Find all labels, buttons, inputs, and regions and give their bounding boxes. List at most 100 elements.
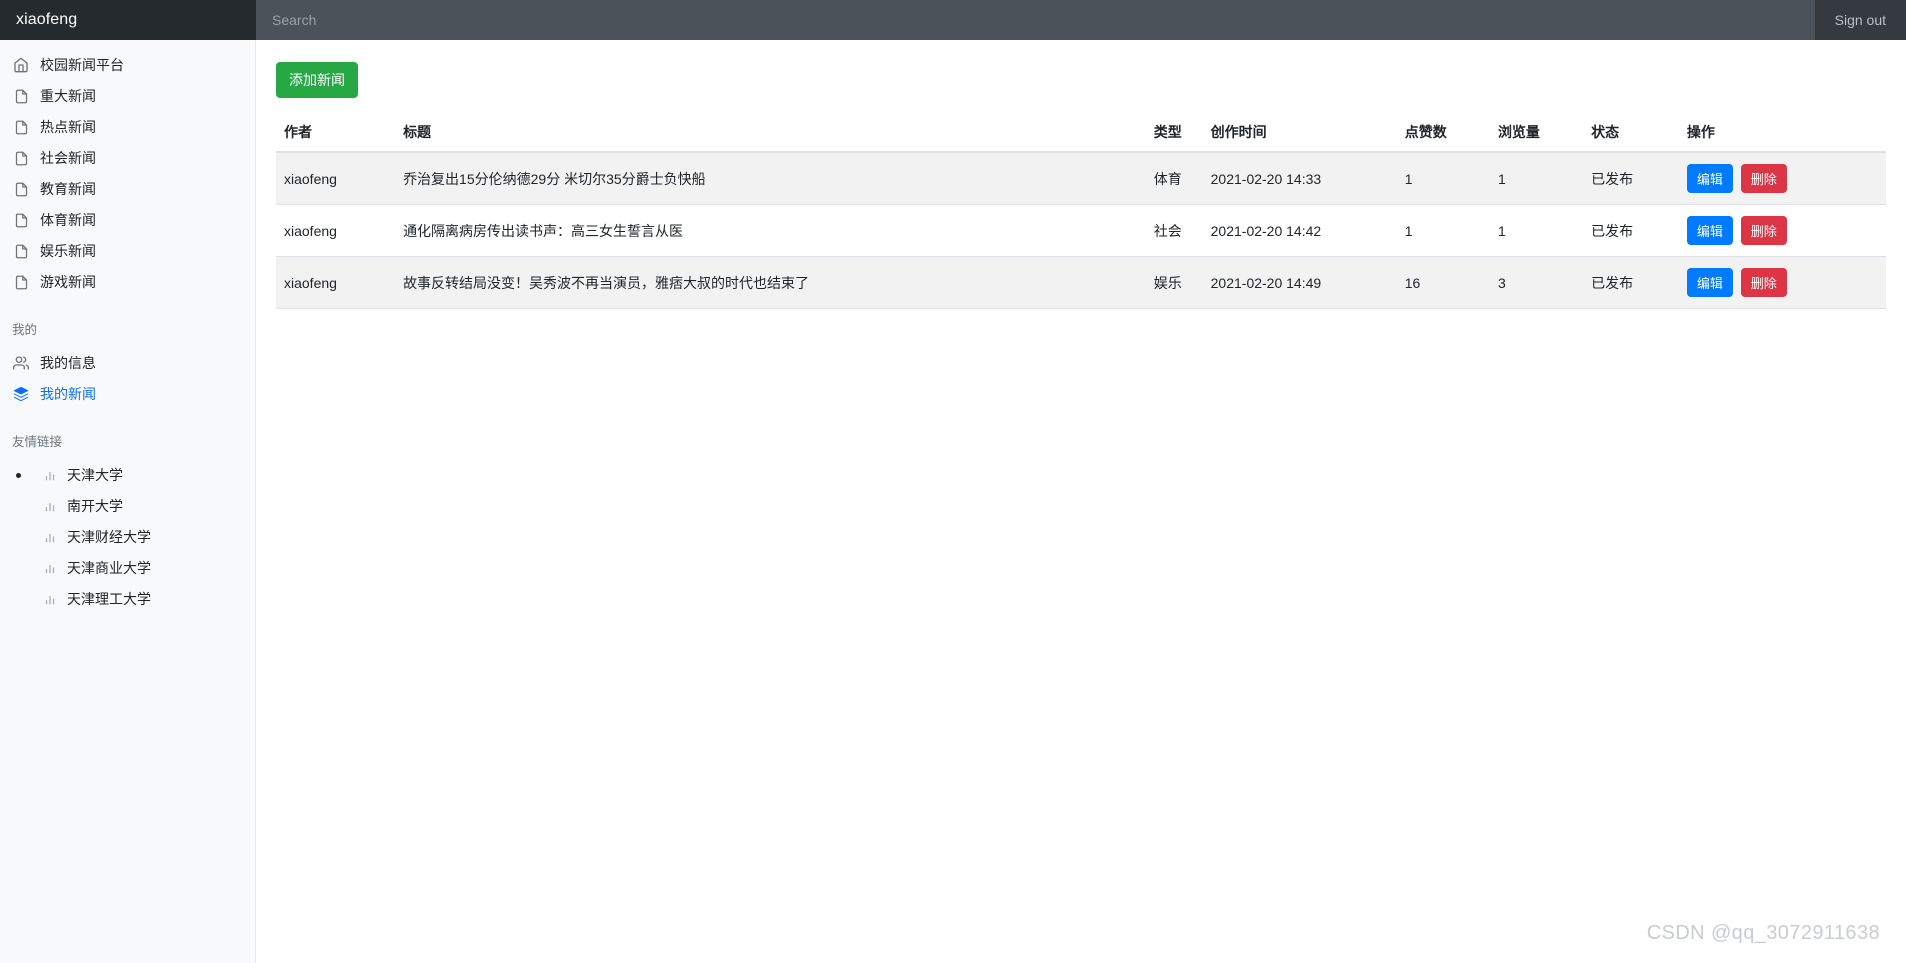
column-header-views: 浏览量 — [1489, 116, 1584, 153]
friendly-links-list: 天津大学 南开大学 天津财经大学 天津商业大学 天津理工大学 — [0, 460, 255, 614]
cell-created: 2021-02-20 14:42 — [1202, 204, 1397, 257]
sidebar-item-label: 教育新闻 — [40, 181, 96, 197]
cell-likes: 1 — [1396, 152, 1490, 205]
sidebar-item-major-news[interactable]: 重大新闻 — [0, 81, 255, 111]
sidebar-item-label: 我的信息 — [40, 355, 96, 371]
link-item-label: 天津大学 — [67, 467, 123, 483]
sign-out-link[interactable]: Sign out — [1835, 12, 1886, 28]
link-item-tianjin-polytechnic-university[interactable]: 天津理工大学 — [12, 584, 255, 614]
news-table-header: 作者 标题 类型 创作时间 点赞数 浏览量 状态 操作 — [276, 116, 1886, 153]
sidebar-item-label: 娱乐新闻 — [40, 243, 96, 259]
delete-button[interactable]: 删除 — [1740, 268, 1787, 297]
delete-button[interactable]: 删除 — [1740, 216, 1787, 245]
news-table-body: xiaofeng 乔治复出15分伦纳德29分 米切尔35分爵士负快船 体育 20… — [276, 152, 1886, 309]
news-table: 作者 标题 类型 创作时间 点赞数 浏览量 状态 操作 xiaofeng 乔治复… — [276, 116, 1886, 309]
table-row: xiaofeng 通化隔离病房传出读书声：高三女生誓言从医 社会 2021-02… — [276, 204, 1886, 257]
layers-icon — [12, 385, 30, 403]
csdn-watermark: CSDN @qq_3072911638 — [1646, 922, 1880, 944]
file-icon — [12, 211, 30, 229]
file-icon — [12, 87, 30, 105]
edit-button[interactable]: 编辑 — [1686, 164, 1733, 193]
sidebar-item-sports-news[interactable]: 体育新闻 — [0, 205, 255, 235]
table-header-row: 作者 标题 类型 创作时间 点赞数 浏览量 状态 操作 — [276, 116, 1886, 153]
cell-likes: 1 — [1396, 204, 1490, 257]
sidebar-item-campus-news-platform[interactable]: 校园新闻平台 — [0, 50, 255, 80]
sidebar-item-entertainment-news[interactable]: 娱乐新闻 — [0, 236, 255, 266]
cell-views: 1 — [1489, 204, 1584, 257]
sidebar-section-mine: 我的 — [12, 323, 38, 337]
cell-actions: 编辑 删除 — [1678, 256, 1886, 309]
sidebar-item-society-news[interactable]: 社会新闻 — [0, 143, 255, 173]
cell-title: 故事反转结局没变！吴秀波不再当演员，雅痞大叔的时代也结束了 — [395, 256, 1146, 309]
bar-chart-icon — [42, 467, 58, 483]
column-header-likes: 点赞数 — [1396, 116, 1490, 153]
cell-author: xiaofeng — [276, 204, 396, 257]
sidebar-item-label: 我的新闻 — [40, 386, 96, 402]
link-item-nankai-university[interactable]: 南开大学 — [12, 491, 255, 521]
cell-type: 体育 — [1145, 152, 1203, 205]
sidebar: 校园新闻平台 重大新闻 热点新闻 社会新闻 教育新闻 体育新闻 娱乐新闻 游戏新… — [0, 40, 256, 963]
add-news-button[interactable]: 添加新闻 — [276, 62, 358, 98]
sidebar-item-game-news[interactable]: 游戏新闻 — [0, 267, 255, 297]
link-item-label: 天津财经大学 — [67, 529, 151, 545]
navbar-right: Sign out — [1814, 0, 1906, 40]
sidebar-item-hot-news[interactable]: 热点新闻 — [0, 112, 255, 142]
file-icon — [12, 118, 30, 136]
sidebar-section-friendly-links: 友情链接 — [12, 435, 63, 449]
cell-author: xiaofeng — [276, 152, 396, 205]
cell-created: 2021-02-20 14:33 — [1202, 152, 1397, 205]
search-input[interactable] — [256, 0, 1815, 40]
cell-type: 社会 — [1145, 204, 1203, 257]
sidebar-item-my-news[interactable]: 我的新闻 — [0, 379, 255, 409]
column-header-type: 类型 — [1145, 116, 1203, 153]
file-icon — [12, 180, 30, 198]
file-icon — [12, 149, 30, 167]
table-row: xiaofeng 乔治复出15分伦纳德29分 米切尔35分爵士负快船 体育 20… — [276, 152, 1886, 205]
sidebar-item-label: 校园新闻平台 — [40, 57, 124, 73]
cell-status: 已发布 — [1583, 256, 1679, 309]
cell-created: 2021-02-20 14:49 — [1202, 256, 1397, 309]
link-item-tianjin-finance-university[interactable]: 天津财经大学 — [12, 522, 255, 552]
cell-status: 已发布 — [1583, 204, 1679, 257]
home-icon — [12, 56, 30, 74]
cell-title: 乔治复出15分伦纳德29分 米切尔35分爵士负快船 — [395, 152, 1146, 205]
cell-actions: 编辑 删除 — [1678, 204, 1886, 257]
cell-title: 通化隔离病房传出读书声：高三女生誓言从医 — [395, 204, 1146, 257]
sidebar-item-my-info[interactable]: 我的信息 — [0, 348, 255, 378]
cell-actions: 编辑 删除 — [1678, 152, 1886, 205]
column-header-created: 创作时间 — [1202, 116, 1397, 153]
sidebar-item-label: 社会新闻 — [40, 150, 96, 166]
sidebar-item-education-news[interactable]: 教育新闻 — [0, 174, 255, 204]
cell-views: 1 — [1489, 152, 1584, 205]
top-navbar: xiaofeng Sign out — [0, 0, 1906, 40]
link-item-label: 南开大学 — [67, 498, 123, 514]
file-icon — [12, 242, 30, 260]
column-header-actions: 操作 — [1678, 116, 1886, 153]
users-icon — [12, 354, 30, 372]
link-item-tianjin-university[interactable]: 天津大学 — [12, 460, 255, 490]
bar-chart-icon — [42, 560, 58, 576]
cell-status: 已发布 — [1583, 152, 1679, 205]
link-item-label: 天津商业大学 — [67, 560, 151, 576]
column-header-author: 作者 — [276, 116, 396, 153]
delete-button[interactable]: 删除 — [1740, 164, 1787, 193]
sidebar-item-label: 热点新闻 — [40, 119, 96, 135]
main-content: 添加新闻 作者 标题 类型 创作时间 点赞数 浏览量 状态 操作 xiaofen… — [256, 40, 1906, 963]
cell-author: xiaofeng — [276, 256, 396, 309]
sidebar-item-label: 重大新闻 — [40, 88, 96, 104]
sidebar-item-label: 游戏新闻 — [40, 274, 96, 290]
link-item-tianjin-commerce-university[interactable]: 天津商业大学 — [12, 553, 255, 583]
sidebar-item-label: 体育新闻 — [40, 212, 96, 228]
table-row: xiaofeng 故事反转结局没变！吴秀波不再当演员，雅痞大叔的时代也结束了 娱… — [276, 256, 1886, 309]
bar-chart-icon — [42, 498, 58, 514]
cell-views: 3 — [1489, 256, 1584, 309]
link-item-label: 天津理工大学 — [67, 591, 151, 607]
cell-likes: 16 — [1396, 256, 1490, 309]
bar-chart-icon — [42, 529, 58, 545]
edit-button[interactable]: 编辑 — [1686, 216, 1733, 245]
column-header-title: 标题 — [395, 116, 1146, 153]
column-header-status: 状态 — [1583, 116, 1679, 153]
file-icon — [12, 273, 30, 291]
edit-button[interactable]: 编辑 — [1686, 268, 1733, 297]
cell-type: 娱乐 — [1145, 256, 1203, 309]
